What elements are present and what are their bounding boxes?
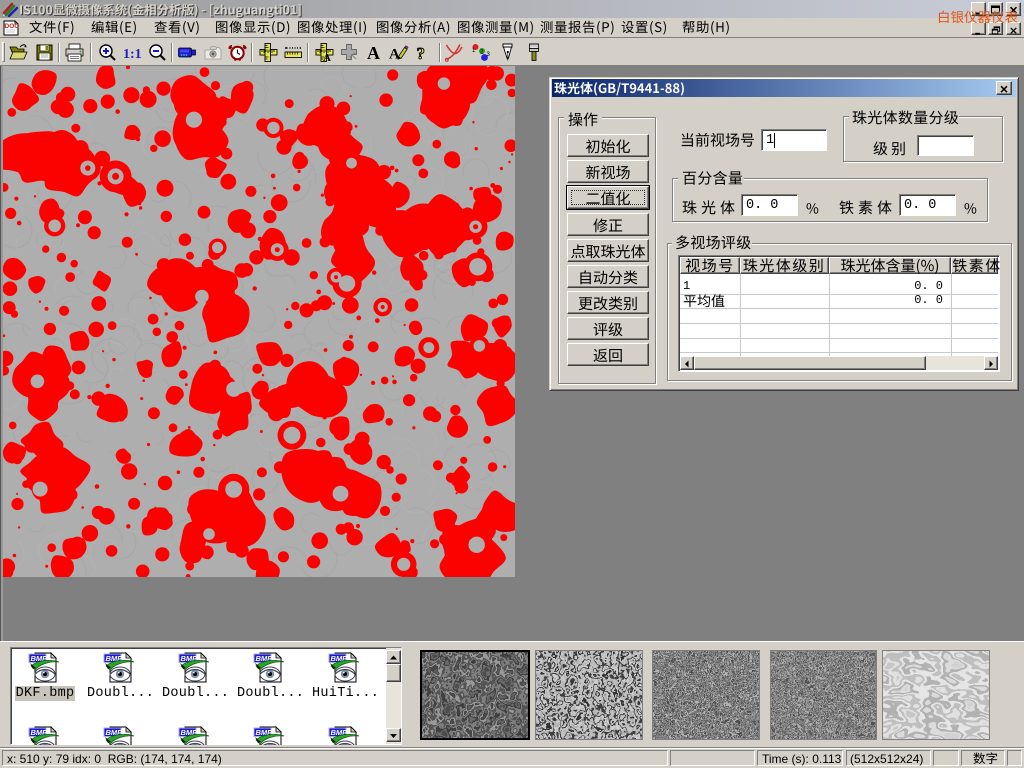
svg-text:A: A xyxy=(389,47,400,63)
svg-text:3: 3 xyxy=(487,52,491,58)
svg-text:DOC: DOC xyxy=(5,23,20,30)
svg-text:A: A xyxy=(323,52,331,63)
svg-text:?: ? xyxy=(417,44,426,63)
svg-text:1:1: 1:1 xyxy=(123,47,142,62)
svg-text:A: A xyxy=(367,43,380,63)
